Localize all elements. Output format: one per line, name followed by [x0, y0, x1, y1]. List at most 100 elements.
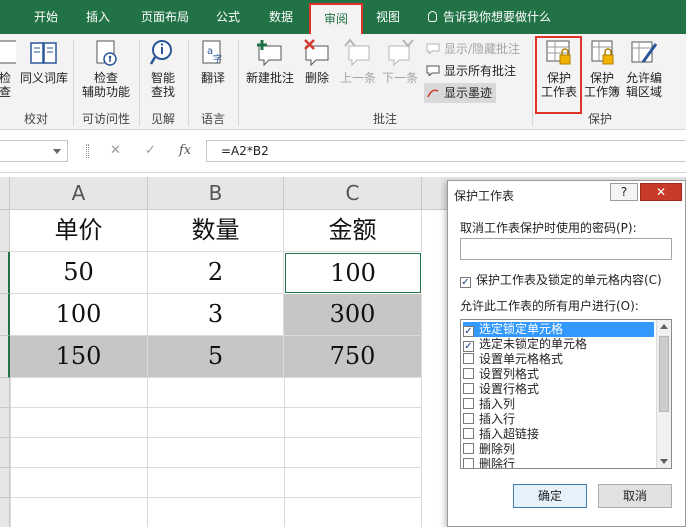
cell-c2[interactable]: 100 — [285, 253, 421, 293]
formula-bar: ✕ ✓ fx =A2*B2 — [0, 131, 686, 173]
enter-icon[interactable]: ✓ — [145, 143, 156, 158]
scroll-down-icon[interactable] — [660, 459, 668, 464]
close-button[interactable]: ✕ — [640, 183, 682, 201]
tab-insert[interactable]: 插入 — [76, 0, 120, 34]
row-header[interactable] — [0, 408, 10, 438]
checkbox[interactable] — [463, 398, 474, 409]
translate-button[interactable]: a字 翻译 — [192, 38, 234, 85]
cell-a4[interactable]: 150 — [10, 336, 148, 378]
password-label: 取消工作表保护时使用的密码(P): — [460, 221, 637, 235]
row-header[interactable] — [0, 252, 10, 294]
cell-a3[interactable]: 100 — [10, 294, 148, 336]
cell-c1[interactable]: 金额 — [284, 210, 422, 252]
list-item[interactable]: 设置单元格格式 — [463, 352, 563, 367]
spelling-button[interactable]: 检查 — [0, 38, 16, 99]
tab-formulas[interactable]: 公式 — [206, 0, 250, 34]
list-item[interactable]: 插入行 — [463, 412, 515, 427]
thesaurus-button[interactable]: 同义词库 — [20, 38, 68, 85]
help-button[interactable]: ? — [610, 183, 638, 201]
column-header-b[interactable]: B — [148, 177, 284, 210]
list-item[interactable]: 设置行格式 — [463, 382, 539, 397]
previous-comment-icon — [344, 38, 370, 67]
row-header[interactable] — [0, 438, 10, 468]
checkbox[interactable] — [463, 458, 474, 468]
protect-workbook-button[interactable]: 保护 工作簿 — [582, 38, 622, 99]
comment-icon — [426, 43, 440, 54]
list-item[interactable]: 插入列 — [463, 397, 515, 412]
tab-view[interactable]: 视图 — [366, 0, 410, 34]
tab-home[interactable]: 开始 — [24, 0, 68, 34]
translate-icon: a字 — [202, 40, 222, 65]
empty-cells[interactable] — [10, 378, 422, 527]
row-header[interactable] — [0, 468, 10, 498]
tab-page-layout[interactable]: 页面布局 — [132, 0, 198, 34]
row-header[interactable] — [0, 498, 10, 527]
cell-a1[interactable]: 单价 — [10, 210, 148, 252]
show-hide-comment-button[interactable]: 显示/隐藏批注 — [426, 39, 520, 59]
checkbox[interactable] — [463, 413, 474, 424]
checkbox[interactable] — [463, 368, 474, 379]
row-header[interactable] — [0, 294, 10, 336]
name-box[interactable] — [0, 140, 68, 162]
allow-edit-ranges-button[interactable]: 允许编 辑区域 — [622, 38, 666, 99]
grip-handle[interactable] — [86, 144, 89, 158]
delete-comment-button[interactable]: 删除 — [300, 38, 334, 85]
cell-b1[interactable]: 数量 — [148, 210, 284, 252]
checkbox[interactable] — [463, 428, 474, 439]
protect-sheet-checkbox-row[interactable]: ✓ 保护工作表及锁定的单元格内容(C) — [460, 271, 662, 288]
new-comment-button[interactable]: 新建批注 — [242, 38, 298, 85]
checkbox[interactable] — [463, 353, 474, 364]
column-header-a[interactable]: A — [10, 177, 148, 210]
tab-review[interactable]: 审阅 — [309, 3, 363, 34]
show-ink-button[interactable]: 显示墨迹 — [424, 83, 497, 103]
dialog-title: 保护工作表 — [454, 189, 515, 203]
tell-me-box[interactable]: 告诉我你想要做什么 — [428, 0, 551, 34]
checkbox[interactable] — [463, 383, 474, 394]
accessibility-icon — [96, 40, 117, 66]
list-item[interactable]: ✓ 选定未锁定的单元格 — [463, 337, 587, 352]
cell-b2[interactable]: 2 — [148, 252, 284, 294]
column-header-c[interactable]: C — [284, 177, 422, 210]
insert-function-icon[interactable]: fx — [179, 143, 191, 158]
permissions-list[interactable]: ✓ 选定锁定单元格 ✓ 选定未锁定的单元格 设置单元格格式 设置列格式 设置行格式 … — [460, 319, 672, 469]
protect-checkbox[interactable]: ✓ — [460, 277, 471, 288]
formula-input[interactable]: =A2*B2 — [206, 140, 686, 162]
row-header[interactable] — [0, 210, 10, 252]
list-item[interactable]: 删除行 — [463, 457, 515, 468]
checkbox[interactable] — [463, 443, 474, 454]
tab-data[interactable]: 数据 — [259, 0, 303, 34]
scroll-up-icon[interactable] — [660, 324, 668, 329]
previous-comment-button[interactable]: 上一条 — [338, 38, 378, 85]
smart-lookup-button[interactable]: 智能 查找 — [143, 38, 183, 99]
show-all-comments-button[interactable]: 显示所有批注 — [426, 61, 516, 81]
select-all-corner[interactable] — [0, 177, 10, 210]
list-item[interactable]: ✓ 选定锁定单元格 — [463, 322, 654, 337]
cell-c3[interactable]: 300 — [284, 294, 422, 336]
list-item[interactable]: 设置列格式 — [463, 367, 539, 382]
checkbox[interactable]: ✓ — [463, 326, 474, 337]
cancel-icon[interactable]: ✕ — [110, 143, 121, 158]
password-input[interactable] — [460, 238, 672, 260]
scroll-thumb[interactable] — [659, 336, 669, 412]
cell-a2[interactable]: 50 — [10, 252, 148, 294]
list-item[interactable]: 插入超链接 — [463, 427, 539, 442]
cancel-button[interactable]: 取消 — [598, 484, 672, 508]
row-header[interactable] — [0, 336, 10, 378]
cell-c4[interactable]: 750 — [284, 336, 422, 378]
group-language-label: 语言 — [200, 112, 225, 126]
cell-b4[interactable]: 5 — [148, 336, 284, 378]
protect-sheet-highlight — [535, 36, 582, 114]
list-item[interactable]: 删除列 — [463, 442, 515, 457]
next-comment-button[interactable]: 下一条 — [380, 38, 420, 85]
checkbox[interactable]: ✓ — [463, 341, 474, 352]
ribbon-tab-bar: 开始 插入 页面布局 公式 数据 审阅 视图 告诉我你想要做什么 — [0, 0, 686, 34]
ok-button[interactable]: 确定 — [513, 484, 587, 508]
list-scrollbar[interactable] — [656, 320, 671, 468]
group-proofing-label: 校对 — [23, 112, 48, 126]
group-comments-label: 批注 — [372, 112, 397, 126]
row-header[interactable] — [0, 378, 10, 408]
delete-comment-icon — [304, 39, 329, 67]
check-accessibility-button[interactable]: 检查 辅助功能 — [78, 38, 134, 99]
chevron-down-icon — [53, 149, 61, 154]
cell-b3[interactable]: 3 — [148, 294, 284, 336]
